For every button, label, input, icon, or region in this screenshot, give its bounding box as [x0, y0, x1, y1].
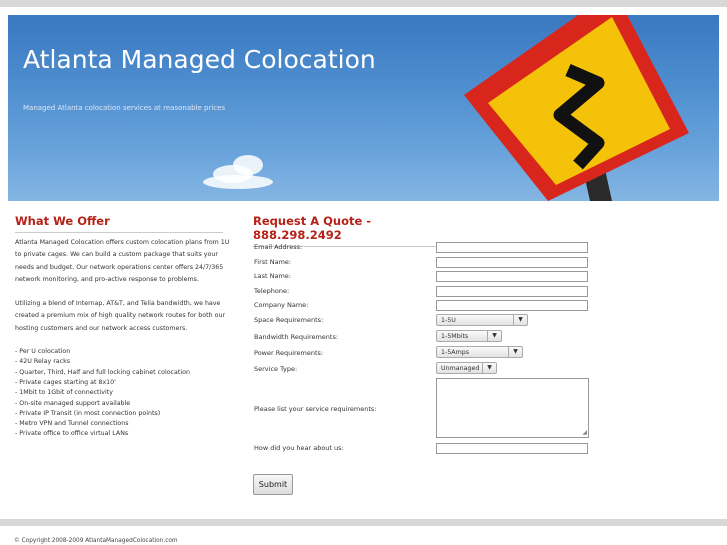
copyright-text: © Copyright 2008-2009 AtlantaManagedColo…: [14, 538, 178, 544]
offer-text: Atlanta Managed Colocation offers custom…: [15, 237, 230, 440]
power-label: Power Requirements:: [254, 349, 324, 357]
list-item: - Per U colocation: [15, 348, 71, 356]
bandwidth-select[interactable]: 1-5Mbits ▼: [436, 330, 502, 342]
requirements-textarea[interactable]: ◢: [436, 378, 589, 438]
list-item: - Quarter, Third, Half and full locking …: [15, 368, 190, 376]
list-item: - 42U Relay racks: [15, 358, 71, 366]
list-item: - Private cages starting at 8x10': [15, 378, 116, 386]
power-value: 1-5Amps: [441, 349, 470, 356]
first-name-field[interactable]: [436, 257, 588, 268]
list-item: - Private IP Transit (in most connection…: [15, 409, 161, 417]
service-value: Unmanaged: [441, 365, 480, 372]
site-tagline: Managed Atlanta colocation services at r…: [23, 104, 226, 112]
company-label: Company Name:: [254, 301, 309, 309]
email-label: Email Address:: [254, 243, 303, 251]
service-label: Service Type:: [254, 365, 298, 373]
company-field[interactable]: [436, 300, 588, 311]
space-value: 1-5U: [441, 317, 456, 324]
offer-paragraph: Utilizing a blend of Internap, AT&T, and…: [15, 300, 226, 332]
email-field[interactable]: [436, 242, 588, 253]
last-name-label: Last Name:: [254, 272, 291, 280]
submit-button[interactable]: Submit: [253, 474, 293, 495]
resize-handle-icon[interactable]: ◢: [582, 429, 587, 436]
last-name-field[interactable]: [436, 271, 588, 282]
telephone-label: Telephone:: [254, 287, 290, 295]
bandwidth-label: Bandwidth Requirements:: [254, 333, 339, 341]
telephone-field[interactable]: [436, 286, 588, 297]
top-bar: [0, 0, 727, 7]
list-item: - Metro VPN and Tunnel connections: [15, 420, 129, 428]
first-name-label: First Name:: [254, 258, 292, 266]
footer-bar: [0, 519, 727, 526]
list-item: - 1Mbit to 1Gbit of connectivity: [15, 389, 113, 397]
offer-section: What We Offer: [15, 214, 225, 233]
hear-field[interactable]: [436, 443, 588, 454]
service-select[interactable]: Unmanaged ▼: [436, 362, 497, 374]
space-select[interactable]: 1-5U ▼: [436, 314, 528, 326]
hear-label: How did you hear about us:: [254, 444, 344, 452]
feature-list: - Per U colocation - 42U Relay racks - Q…: [15, 347, 230, 440]
bandwidth-value: 1-5Mbits: [441, 333, 469, 340]
site-title: Atlanta Managed Colocation: [23, 45, 376, 74]
chevron-down-icon: ▼: [513, 315, 527, 325]
chevron-down-icon: ▼: [508, 347, 522, 357]
space-label: Space Requirements:: [254, 316, 324, 324]
requirements-label: Please list your service requirements:: [254, 405, 377, 413]
header-banner: Atlanta Managed Colocation Managed Atlan…: [8, 15, 719, 201]
chevron-down-icon: ▼: [482, 363, 496, 373]
list-item: - On-site managed support available: [15, 399, 131, 407]
offer-paragraph: Atlanta Managed Colocation offers custom…: [15, 239, 230, 283]
list-item: - Private office to office virtual LANs: [15, 430, 129, 438]
power-select[interactable]: 1-5Amps ▼: [436, 346, 523, 358]
offer-heading: What We Offer: [15, 214, 223, 233]
chevron-down-icon: ▼: [487, 331, 501, 341]
